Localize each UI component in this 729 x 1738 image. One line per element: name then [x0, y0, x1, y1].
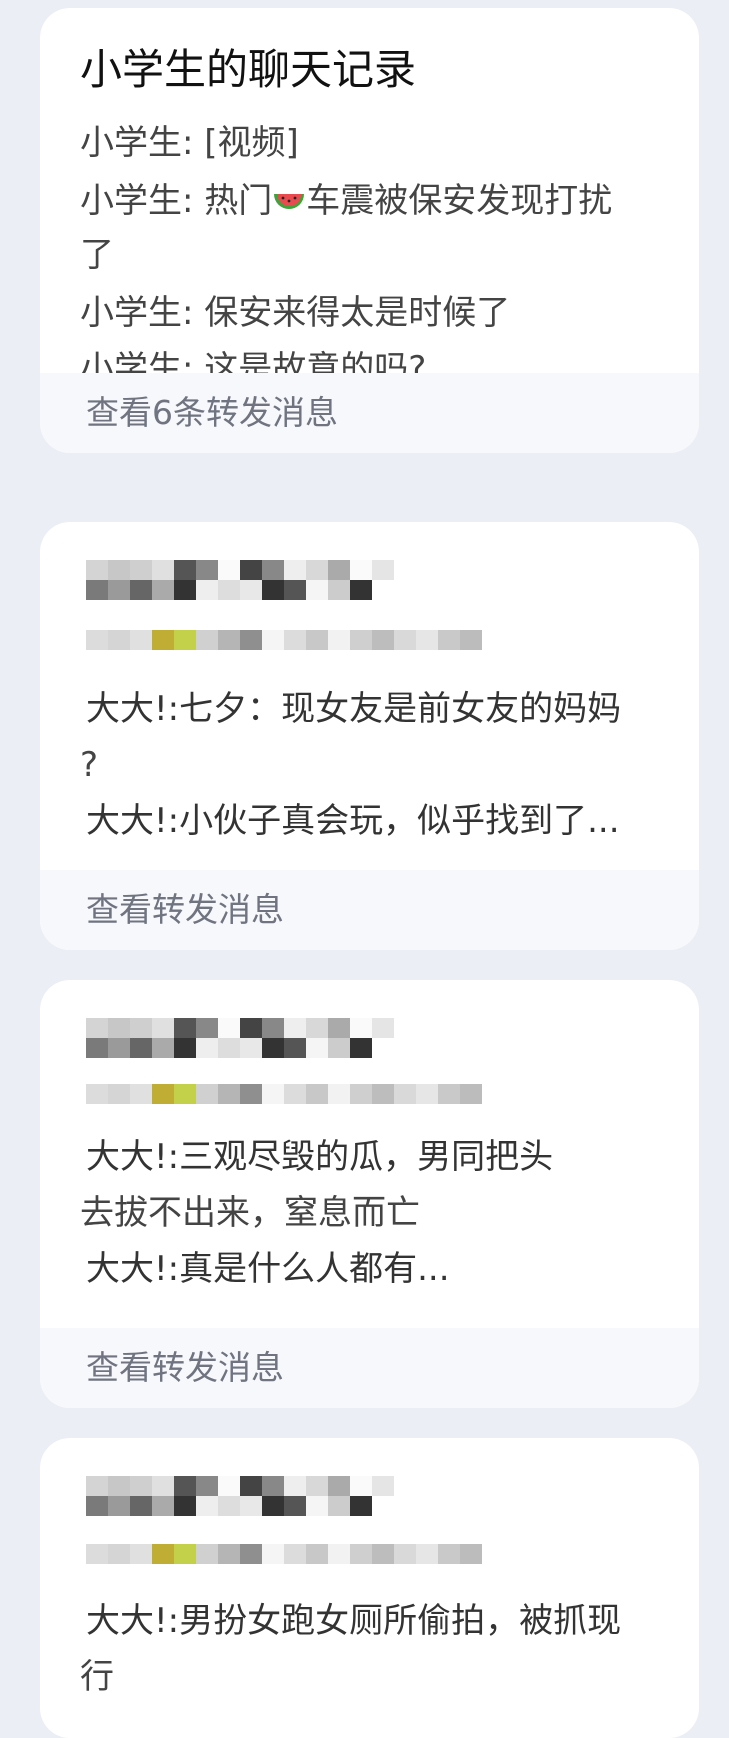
message-text: :三观尽毁的瓜，男同把头: [167, 1137, 554, 1177]
message-text: [视频]: [204, 123, 299, 163]
message-line: 小学生: [视频]: [80, 114, 299, 172]
separator: :: [182, 181, 205, 221]
message-line-wrap: ?: [80, 736, 98, 794]
message-line-wrap: 去拔不出来，窒息而亡: [80, 1184, 420, 1242]
sender-name: 小学生: [80, 293, 182, 333]
message-line: 小学生: 热门 车震被保安发现打扰: [80, 172, 612, 230]
footer-label: 查看转发消息: [86, 1348, 284, 1387]
sender-name: 大大!: [86, 1249, 168, 1289]
message-text: 热门: [204, 181, 273, 221]
message-line: 大大!:真是什么人都有...: [86, 1240, 450, 1298]
forwarded-chat-card-4[interactable]: 大大!:男扮女跑女厕所偷拍，被抓现 行: [40, 1438, 699, 1738]
message-text: :小伙子真会玩，似乎找到了...: [167, 801, 620, 841]
forwarded-chat-card-1[interactable]: 小学生的聊天记录 小学生: [视频] 小学生: 热门 车震被保安发现打扰 了 小…: [40, 8, 699, 453]
message-line: 小学生: 保安来得太是时候了: [80, 284, 510, 342]
forwarded-chat-card-3[interactable]: 大大!:三观尽毁的瓜，男同把头 去拔不出来，窒息而亡 大大!:真是什么人都有..…: [40, 980, 699, 1408]
message-text: :真是什么人都有...: [167, 1249, 450, 1289]
sender-name: 大大!: [86, 1137, 168, 1177]
message-line: 大大!:小伙子真会玩，似乎找到了...: [86, 792, 620, 850]
view-forwarded-messages-link[interactable]: 查看转发消息: [40, 870, 699, 950]
forwarded-chat-card-2[interactable]: 大大!:七夕：现女友是前女友的妈妈 ? 大大!:小伙子真会玩，似乎找到了... …: [40, 522, 699, 950]
sender-name: 大大!: [86, 1601, 168, 1641]
message-text-wrap: ?: [80, 745, 99, 785]
footer-label: 查看6条转发消息: [86, 393, 338, 432]
sender-name: 大大!: [86, 689, 168, 729]
message-text: :男扮女跑女厕所偷拍，被抓现: [167, 1601, 622, 1641]
separator: :: [182, 293, 205, 333]
message-text-wrap: 去拔不出来，窒息而亡: [80, 1193, 420, 1233]
message-text: :七夕：现女友是前女友的妈妈: [167, 689, 622, 729]
message-text-wrap: 了: [80, 235, 114, 275]
footer-label: 查看转发消息: [86, 890, 284, 929]
message-line: 大大!:七夕：现女友是前女友的妈妈: [86, 680, 621, 738]
sender-name: 小学生: [80, 181, 182, 221]
message-line: 大大!:男扮女跑女厕所偷拍，被抓现: [86, 1592, 621, 1650]
view-forwarded-messages-link[interactable]: 查看转发消息: [40, 1328, 699, 1408]
sender-name: 小学生: [80, 123, 182, 163]
message-line-wrap: 了: [80, 226, 114, 284]
sender-name: 大大!: [86, 801, 168, 841]
watermelon-icon: [274, 194, 305, 209]
message-text-wrap: 行: [80, 1657, 114, 1697]
message-text: 保安来得太是时候了: [204, 293, 511, 333]
view-forwarded-messages-link[interactable]: 查看6条转发消息: [40, 373, 699, 453]
message-line: 大大!:三观尽毁的瓜，男同把头: [86, 1128, 553, 1186]
chat-record-title: 小学生的聊天记录: [80, 45, 417, 94]
message-text-after: 车震被保安发现打扰: [306, 181, 613, 221]
message-line-wrap: 行: [80, 1648, 114, 1706]
separator: :: [182, 123, 205, 163]
